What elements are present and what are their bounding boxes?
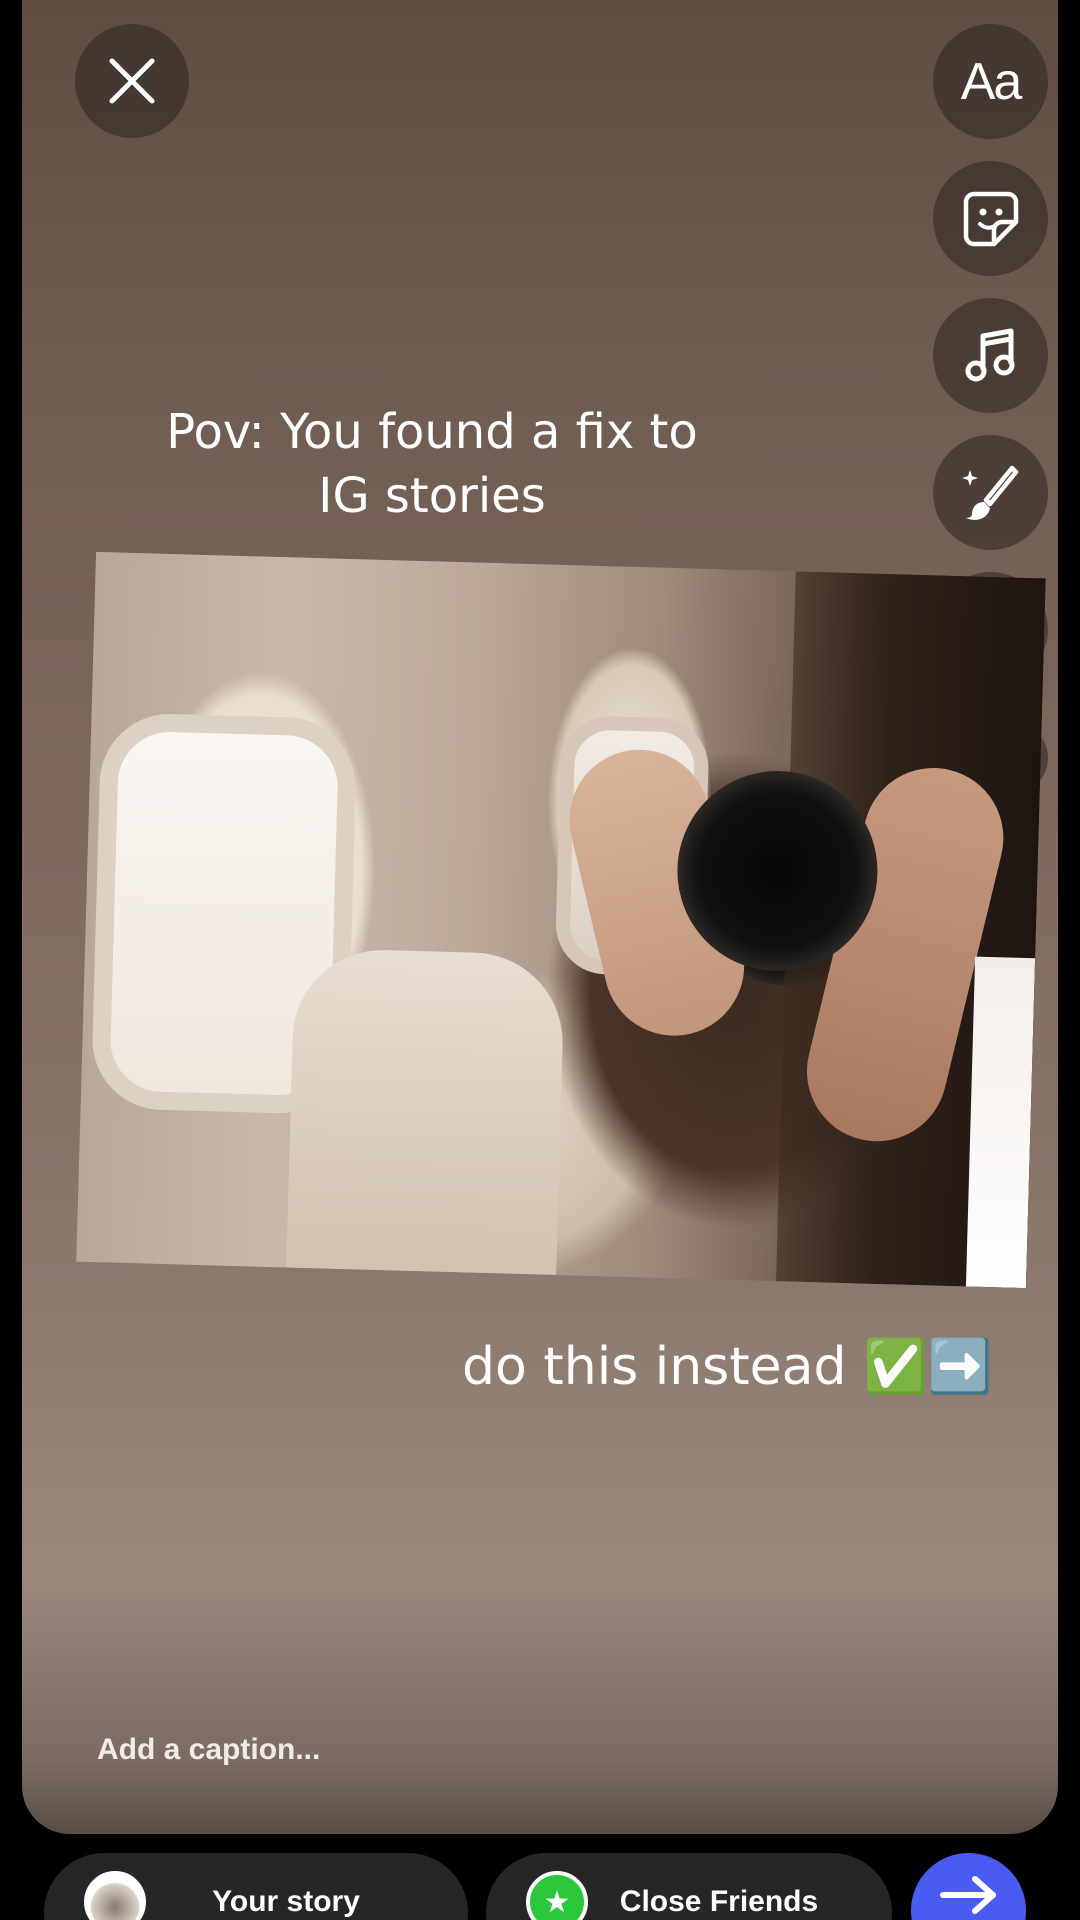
story-photo [76, 551, 1046, 1289]
draw-tool-button[interactable] [933, 435, 1048, 550]
your-story-button[interactable]: Your story [44, 1853, 468, 1920]
music-icon [965, 328, 1014, 381]
story-editor-screen: Aa Pov: You found a fix to IG stories do… [0, 0, 1080, 1920]
music-tool-button[interactable] [933, 298, 1048, 413]
text-tool-button[interactable]: Aa [933, 24, 1048, 139]
story-subtitle-text[interactable]: do this instead ✅➡️ [462, 1336, 993, 1397]
text-icon: Aa [960, 52, 1023, 111]
story-title-line2: IG stories [318, 468, 546, 524]
photo-light [965, 956, 1036, 1289]
caption-input[interactable]: Add a caption... [97, 1733, 320, 1767]
arrow-right-icon [939, 1876, 996, 1914]
close-button[interactable] [75, 24, 189, 138]
photo-shirt [286, 947, 566, 1276]
story-title-text[interactable]: Pov: You found a fix to IG stories [132, 400, 732, 528]
sticker-icon [963, 191, 1018, 246]
your-story-label: Your story [212, 1885, 360, 1918]
close-friends-button[interactable]: ★ Close Friends [486, 1853, 892, 1920]
draw-icon [961, 465, 1018, 520]
close-icon [109, 58, 155, 104]
story-photo-container[interactable] [66, 545, 1046, 1290]
story-canvas[interactable]: Aa Pov: You found a fix to IG stories do… [22, 0, 1058, 1834]
story-title-line1: Pov: You found a fix to [166, 404, 698, 460]
close-friends-label: Close Friends [619, 1885, 819, 1918]
sticker-tool-button[interactable] [933, 161, 1048, 276]
